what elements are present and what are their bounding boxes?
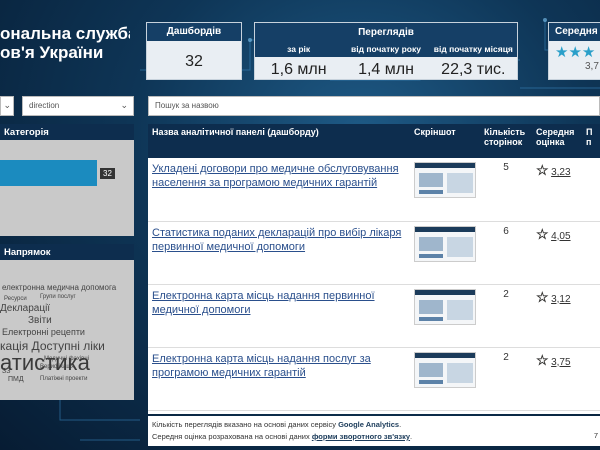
kpi-views-header: Переглядів за рік від початку року від п…	[255, 23, 517, 57]
footer-line-2: Середня оцінка розрахована на основі дан…	[152, 432, 413, 441]
category-panel: 32	[0, 140, 134, 236]
direction-dropdown[interactable]: direction ⌄	[22, 96, 134, 116]
kpi-views-ytd-label: від початку року	[350, 44, 421, 54]
kpi-rating-label: Середня о	[549, 23, 600, 41]
page-title: ональна служба ов'я України	[0, 24, 130, 62]
direction-panel-header: Напрямок	[0, 244, 134, 260]
chevron-down-icon: ⌄	[3, 100, 11, 110]
word-cloud-item[interactable]: ПМД	[8, 376, 24, 383]
google-analytics-link[interactable]: Google Analytics	[338, 420, 399, 429]
screenshot-cell	[410, 221, 480, 285]
star-icon: ☆	[536, 288, 549, 305]
screenshot-cell	[410, 158, 480, 222]
kpi-views-label: Переглядів	[358, 27, 414, 38]
word-cloud-item[interactable]: Декларації	[0, 304, 50, 314]
table-header-row: Назва аналітичної панелі (дашборду) Скрі…	[148, 124, 600, 158]
rating-cell: ☆ 4,05	[532, 221, 586, 285]
col-header-rating[interactable]: Середня оцінка	[532, 124, 586, 158]
screenshot-cell	[410, 347, 480, 411]
word-cloud-item[interactable]: Групи послуг	[40, 294, 76, 300]
dashboard-name-cell: Електронна карта місць надання послуг за…	[148, 347, 410, 411]
kpi-views-ytd-value: 1,4 млн	[358, 61, 414, 78]
kpi-dashboards-value: 32	[185, 53, 203, 70]
screenshot-cell	[410, 284, 480, 348]
direction-title: Напрямок	[4, 247, 51, 258]
star-icon: ☆	[536, 162, 549, 179]
feedback-form-link[interactable]: форми зворотного зв'язку	[312, 432, 410, 441]
table-row: Укладені договори про медичне обслуговув…	[148, 158, 600, 222]
col-header-extra[interactable]: П п	[586, 124, 600, 158]
word-cloud-item[interactable]: Електронні рецепти	[2, 328, 85, 337]
category-dropdown[interactable]: ⌄	[0, 96, 14, 116]
rating-cell: ☆ 3,23	[532, 158, 586, 222]
kpi-rating-card: Середня о ★★★ 3,7	[548, 22, 600, 80]
pages-cell: 6	[480, 221, 532, 285]
col-header-name[interactable]: Назва аналітичної панелі (дашборду)	[148, 124, 410, 158]
rating-value[interactable]: 3,12	[551, 294, 570, 305]
category-count-badge: 32	[100, 168, 115, 179]
rating-cell: ☆ 3,75	[532, 347, 586, 411]
word-cloud-item[interactable]: електронна медична допомога	[2, 284, 116, 292]
rating-value[interactable]: 3,23	[551, 167, 570, 178]
footer-note: Кількість переглядів вказано на основі д…	[148, 416, 600, 446]
page-number: 7	[593, 431, 598, 440]
col-header-pages[interactable]: Кількість сторінок	[480, 124, 532, 158]
kpi-rating-stars-icon: ★★★	[555, 44, 596, 61]
extra-cell	[586, 158, 600, 222]
table-row: Електронна карта місць надання послуг за…	[148, 347, 600, 411]
dashboard-name-cell: Укладені договори про медичне обслуговув…	[148, 158, 410, 222]
kpi-views-year-label: за рік	[287, 44, 311, 54]
search-placeholder: Пошук за назвою	[155, 101, 219, 110]
dashboard-thumbnail[interactable]	[414, 288, 476, 325]
pages-cell: 2	[480, 284, 532, 348]
kpi-rating-value: 3,7	[585, 61, 599, 72]
pages-cell: 5	[480, 158, 532, 222]
rating-value[interactable]: 3,75	[551, 357, 570, 368]
dashboard-thumbnail[interactable]	[414, 225, 476, 262]
kpi-views-card: Переглядів за рік від початку року від п…	[254, 22, 518, 80]
category-title: Категорія	[4, 127, 49, 138]
extra-cell	[586, 221, 600, 285]
word-cloud-item[interactable]: Платіжні проекти	[40, 376, 87, 382]
col-header-screenshot[interactable]: Скріншот	[410, 124, 480, 158]
word-cloud-item[interactable]: атистика	[0, 352, 90, 374]
search-input[interactable]: Пошук за назвою	[148, 96, 600, 116]
dashboard-name-cell: Електронна карта місць надання первинної…	[148, 284, 410, 348]
chevron-down-icon: ⌄	[120, 100, 128, 110]
kpi-dashboards-card: Дашбордів 32	[146, 22, 242, 80]
star-icon: ☆	[536, 225, 549, 242]
word-cloud-item[interactable]: ЗЗ	[2, 368, 10, 375]
rating-cell: ☆ 3,12	[532, 284, 586, 348]
rating-value[interactable]: 4,05	[551, 231, 570, 242]
kpi-views-mtd-label: від початку місяця	[433, 44, 513, 54]
table-row: Електронна карта місць надання первинної…	[148, 284, 600, 348]
dashboard-name-cell: Статистика поданих декларацій про вибір …	[148, 221, 410, 285]
pages-cell: 2	[480, 347, 532, 411]
dashboards-table: Назва аналітичної панелі (дашборду) Скрі…	[148, 124, 600, 414]
kpi-views-year-value: 1,6 млн	[270, 61, 327, 78]
dashboard-thumbnail[interactable]	[414, 162, 476, 198]
category-bar[interactable]	[0, 160, 97, 186]
table-row: Статистика поданих декларацій про вибір …	[148, 221, 600, 285]
direction-placeholder: direction	[29, 101, 60, 110]
footer-line-1: Кількість переглядів вказано на основі д…	[152, 420, 402, 429]
extra-cell	[586, 284, 600, 348]
star-icon: ☆	[536, 351, 549, 368]
kpi-dashboards-label: Дашбордів	[147, 23, 241, 41]
dashboard-thumbnail[interactable]	[414, 351, 476, 388]
word-cloud-item[interactable]: Ресурси	[4, 296, 27, 302]
dashboard-link[interactable]: Статистика поданих декларацій про вибір …	[152, 227, 401, 253]
extra-cell	[586, 347, 600, 411]
category-panel-header: Категорія	[0, 124, 134, 140]
direction-word-cloud: електронна медична допомога Групи послуг…	[0, 260, 134, 400]
dashboard-link[interactable]: Електронна карта місць надання послуг за…	[152, 353, 371, 379]
kpi-views-mtd-value: 22,3 тис.	[441, 61, 506, 78]
word-cloud-item[interactable]: Звіти	[28, 316, 52, 326]
dashboard-link[interactable]: Електронна карта місць надання первинної…	[152, 290, 375, 316]
dashboard-link[interactable]: Укладені договори про медичне обслуговув…	[152, 163, 399, 189]
